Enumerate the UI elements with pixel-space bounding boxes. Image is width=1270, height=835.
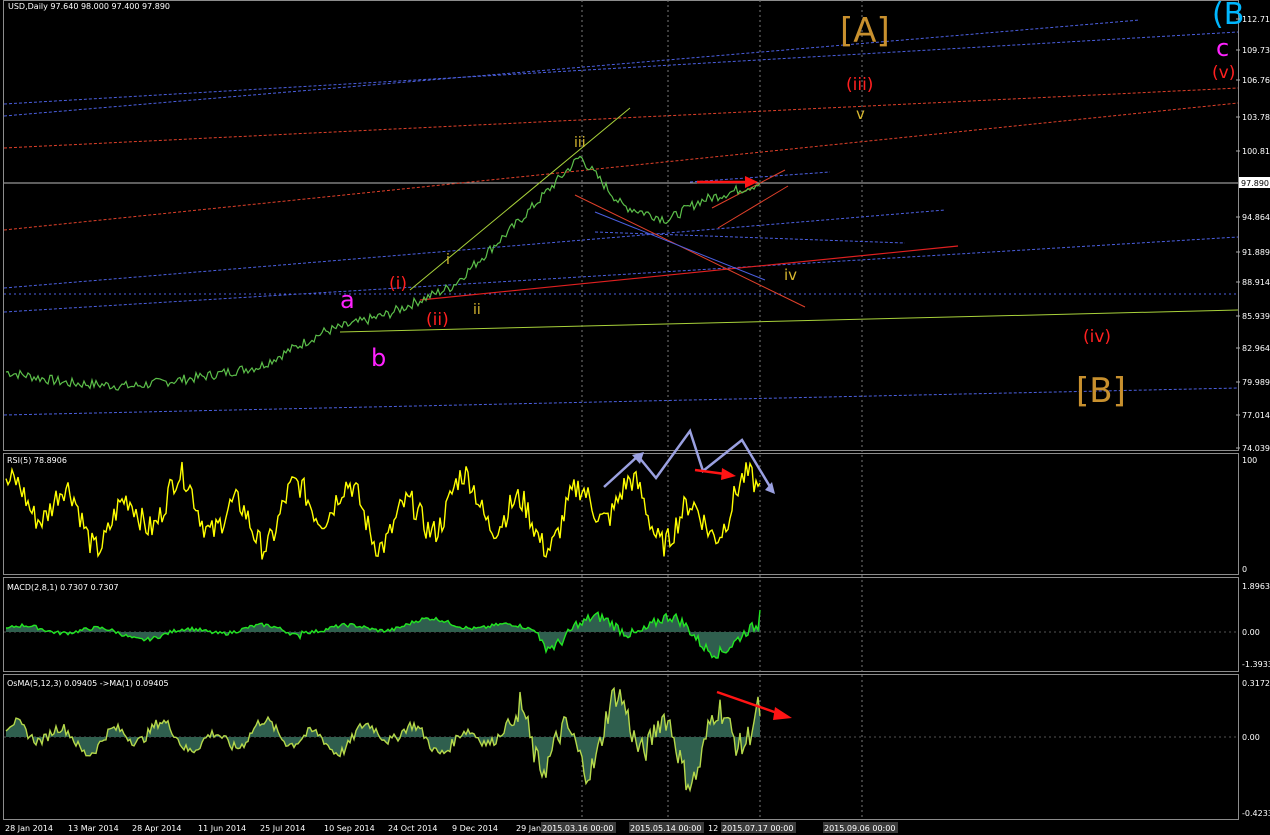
wave-label-i-red: (i) — [389, 274, 407, 294]
osma-label: OsMA(5,12,3) 0.09405 ->MA(1) 0.09405 — [7, 679, 169, 688]
rsi-series-line — [5, 461, 761, 560]
wave-label-B-blue: (B — [1212, 0, 1244, 32]
price-tick-label: 79.989 — [1242, 378, 1270, 387]
osma-tick-zero: 0.00 — [1242, 733, 1260, 742]
price-tick-label: 77.014 — [1242, 411, 1270, 420]
wave-label-b: b — [371, 344, 386, 372]
chart-canvas: [A] [B] (B c (v) (iii) v iii iv i ii (i)… — [3, 0, 1270, 833]
date-highlight-label: 2015.07.17 00:00 — [722, 824, 793, 833]
symbol-header: USD,Daily 97.640 98.000 97.400 97.890 — [8, 2, 170, 11]
trend-lines — [3, 19, 1239, 416]
rsi-grey-arrowhead-end — [765, 482, 775, 494]
date-tick-label: 9 Dec 2014 — [452, 824, 498, 833]
wave-labels: [A] [B] (B c (v) (iii) v iii iv i ii (i)… — [340, 0, 1244, 411]
date-tick-label: 24 Oct 2014 — [388, 824, 437, 833]
date-tick-label: 10 Sep 2014 — [324, 824, 375, 833]
price-red-arrow — [697, 176, 758, 188]
price-tick-label: 74.039 — [1242, 444, 1270, 453]
wave-label-a: a — [340, 286, 355, 314]
wave-label-c-upper: c — [1216, 34, 1229, 62]
macd-series-line — [6, 609, 761, 659]
wave-label-iii-red: (iii) — [846, 75, 873, 95]
wave-label-B: [B] — [1076, 371, 1126, 411]
wave-label-iv-yellow: iv — [784, 266, 797, 284]
osma-tick-top: 0.3172 — [1242, 679, 1270, 688]
price-axis: 112.71 109.73 106.76 103.78 100.81 94.864 91.8… — [1236, 15, 1270, 453]
date-extra-tick: 12 — [708, 824, 718, 833]
macd-tick-zero: 0.00 — [1242, 628, 1260, 637]
price-tick-label: 88.914 — [1242, 278, 1270, 287]
current-price-box: 97.890 — [1239, 177, 1270, 188]
rsi-tick-100: 100 — [1242, 456, 1257, 465]
date-tick-label: 28 Jan 2014 — [5, 824, 53, 833]
date-marker-lines — [581, 0, 863, 820]
rsi-label: RSI(5) 78.8906 — [7, 456, 67, 465]
macd-tick-top: 1.8963 — [1242, 582, 1270, 591]
price-tick-label: 106.76 — [1242, 76, 1270, 85]
rsi-tick-0: 0 — [1242, 565, 1247, 574]
price-tick-label: 109.73 — [1242, 46, 1270, 55]
price-tick-label: 94.864 — [1242, 213, 1270, 222]
wave-label-iii-yellow: iii — [574, 135, 586, 151]
price-tick-label: 85.939 — [1242, 312, 1270, 321]
rsi-red-arrow — [694, 468, 736, 480]
date-highlight-label: 2015.03.16 00:00 — [542, 824, 613, 833]
date-tick-label: 13 Mar 2014 — [68, 824, 119, 833]
current-price-label: 97.890 — [1241, 179, 1269, 188]
wave-label-v-red: (v) — [1212, 63, 1235, 83]
date-tick-label: 28 Apr 2014 — [132, 824, 181, 833]
price-tick-label: 100.81 — [1242, 147, 1270, 156]
date-axis: 28 Jan 2014 13 Mar 2014 28 Apr 2014 11 Jun … — [5, 822, 898, 833]
wave-label-iv-red: (iv) — [1083, 327, 1111, 347]
date-highlight-label: 2015.05.14 00:00 — [630, 824, 701, 833]
macd-label: MACD(2,8,1) 0.7307 0.7307 — [7, 583, 119, 592]
wave-label-ii-red: (ii) — [426, 310, 449, 330]
wave-label-ii-yellow: ii — [473, 302, 481, 318]
price-tick-label: 91.889 — [1242, 248, 1270, 257]
wave-label-v-yellow: v — [856, 105, 865, 123]
wave-label-i-yellow: i — [446, 252, 450, 268]
wave-label-A: [A] — [840, 11, 890, 51]
price-tick-label: 112.71 — [1242, 15, 1270, 24]
macd-tick-bottom: -1.3933 — [1242, 660, 1270, 669]
price-tick-label: 103.78 — [1242, 113, 1270, 122]
date-highlight-label: 2015.09.06 00:00 — [824, 824, 895, 833]
date-tick-label: 25 Jul 2014 — [260, 824, 305, 833]
date-tick-label: 11 Jun 2014 — [198, 824, 246, 833]
date-tick-label: 29 Jan — [516, 824, 541, 833]
price-tick-label: 82.964 — [1242, 344, 1270, 353]
osma-fill-area — [6, 688, 760, 791]
rsi-grey-arrow — [603, 428, 774, 491]
osma-tick-bottom: -0.4233 — [1242, 809, 1270, 818]
